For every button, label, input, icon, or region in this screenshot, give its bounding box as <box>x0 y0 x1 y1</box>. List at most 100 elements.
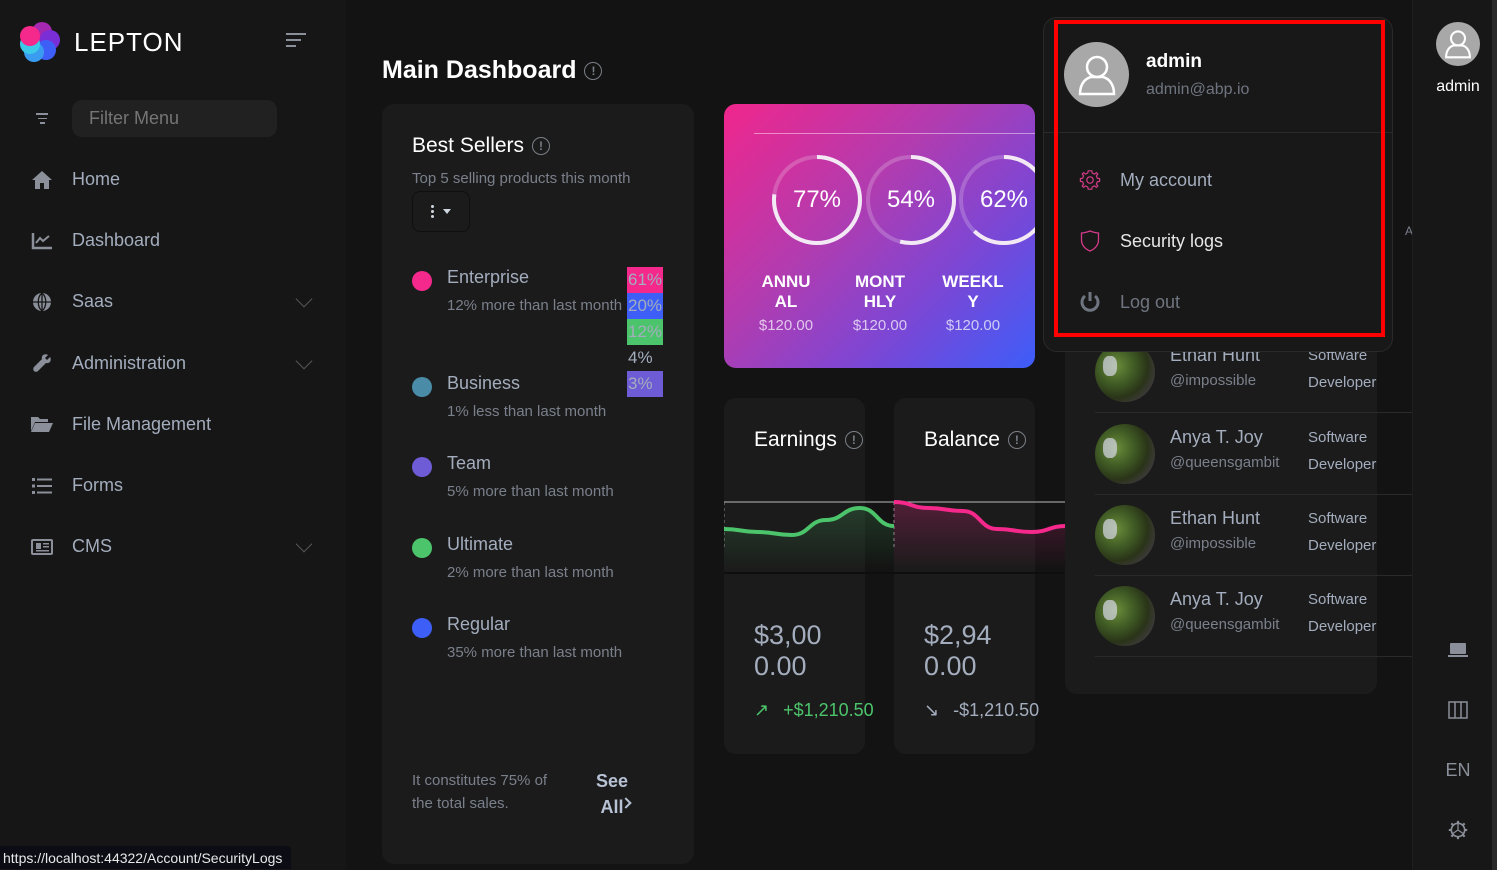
gear-icon <box>1079 169 1101 191</box>
sidebar: LEPTON Home Dashboard Saas Administratio… <box>0 0 346 870</box>
brand-name: LEPTON <box>74 26 184 57</box>
chevron-down-icon <box>295 290 313 308</box>
menu-item-my-account[interactable]: My account <box>1079 169 1212 191</box>
filter-icon <box>32 110 52 127</box>
list-item[interactable]: Anya T. Joy @queensgambit Software Devel… <box>1095 576 1413 657</box>
info-icon[interactable]: ! <box>1007 431 1026 449</box>
user-icon <box>1445 30 1471 59</box>
sidebar-item-label: Home <box>72 169 121 190</box>
progress-ring-monthly: 54% <box>865 154 957 246</box>
sidebar-item-label: File Management <box>72 413 212 434</box>
percentage-segment: 12% <box>627 319 663 345</box>
balance-change: ↘ -$1,210.50 <box>924 700 1039 721</box>
menu-item-log-out[interactable]: Log out <box>1079 291 1180 313</box>
period-label: WEEKLY <box>942 272 1004 311</box>
options-dropdown-button[interactable] <box>412 191 470 232</box>
avatar <box>1095 586 1155 646</box>
best-sellers-title: Best Sellers! <box>412 134 551 158</box>
divider <box>1044 132 1392 133</box>
balance-amount: $2,940.00 <box>924 620 992 681</box>
member-name: Anya T. Joy <box>1170 427 1263 447</box>
seller-name: Team <box>447 453 492 473</box>
earnings-amount: $3,000.00 <box>754 620 822 681</box>
see-all-link[interactable]: See All <box>590 768 634 820</box>
page-scrollbar[interactable] <box>1492 0 1497 870</box>
ring-value: 77% <box>792 186 842 213</box>
menu-item-label: My account <box>1120 169 1213 190</box>
wrench-icon <box>30 351 54 375</box>
member-role: Software Developer <box>1308 429 1377 473</box>
see-all-label: See All <box>595 771 629 817</box>
language-selector[interactable]: EN <box>1413 760 1497 781</box>
legend-dot <box>412 538 432 558</box>
seller-delta: 5% more than last month <box>447 483 614 500</box>
logo[interactable]: LEPTON <box>20 22 184 62</box>
sidebar-item-label: Dashboard <box>72 230 161 251</box>
member-role: Software Developer <box>1308 510 1377 554</box>
percentage-segment: 4% <box>628 348 653 367</box>
sidebar-item-dashboard[interactable]: Dashboard <box>0 210 346 271</box>
sparkline-charts <box>724 500 1066 574</box>
info-icon[interactable]: ! <box>532 137 551 155</box>
columns-layout-icon[interactable] <box>1413 701 1497 719</box>
legend-dot <box>412 618 432 638</box>
laptop-icon[interactable] <box>1413 642 1497 658</box>
best-sellers-footer: It constitutes 75% of the total sales. <box>412 772 548 812</box>
member-handle: @impossible <box>1170 372 1257 389</box>
list-item[interactable]: Ethan Hunt @impossible Software Develope… <box>1095 495 1413 576</box>
user-menu-toggle[interactable] <box>1436 22 1480 66</box>
chevron-down-icon <box>295 352 313 370</box>
subscription-stats-card: 77% 54% 62% ANNUAL MONTHLY WEEKLY $120.0… <box>724 104 1035 368</box>
sidebar-item-administration[interactable]: Administration <box>0 333 346 394</box>
sidebar-item-home[interactable]: Home <box>0 149 346 210</box>
toolbar-username[interactable]: admin <box>1413 78 1497 96</box>
seller-delta: 12% more than last month <box>447 297 623 314</box>
period-label: ANNUAL <box>761 272 811 311</box>
page-title-text: Main Dashboard <box>382 56 577 84</box>
balance-title-text: Balance <box>924 428 1000 451</box>
collapse-menu-icon[interactable] <box>286 33 306 51</box>
seller-delta: 2% more than last month <box>447 564 614 581</box>
legend-dot <box>412 377 432 397</box>
page-title: Main Dashboard ! <box>382 56 603 85</box>
settings-gear-icon[interactable] <box>1413 820 1497 840</box>
shield-icon <box>1079 230 1101 252</box>
sidebar-item-forms[interactable]: Forms <box>0 455 346 516</box>
sidebar-item-file-management[interactable]: File Management <box>0 394 346 455</box>
user-icon <box>1078 55 1115 95</box>
sidebar-item-label: Saas <box>72 291 114 312</box>
seller-delta: 1% less than last month <box>447 403 607 420</box>
info-icon[interactable]: ! <box>844 431 863 449</box>
seller-delta: 35% more than last month <box>447 644 623 661</box>
legend-dot <box>412 457 432 477</box>
info-icon[interactable]: ! <box>584 61 603 80</box>
period-amount: $120.00 <box>758 317 814 334</box>
best-sellers-subtitle: Top 5 selling products this month <box>412 170 631 187</box>
member-handle: @queensgambit <box>1170 616 1280 633</box>
kebab-icon <box>431 205 434 218</box>
balance-sparkline-area <box>894 502 1066 570</box>
avatar <box>1095 505 1155 565</box>
chart-line-icon <box>30 229 54 253</box>
percentage-segment: 3% <box>627 371 663 397</box>
globe-icon <box>30 290 54 314</box>
home-icon <box>30 168 54 192</box>
arrow-up-right-icon: ↗ <box>754 700 770 720</box>
earnings-change-value: +$1,210.50 <box>783 700 874 720</box>
legend-dot <box>412 271 432 291</box>
lepton-logo-icon <box>20 22 60 62</box>
filter-menu-input[interactable] <box>72 100 277 137</box>
earnings-sparkline-area <box>724 508 894 570</box>
caret-down-icon <box>443 209 451 214</box>
newspaper-icon <box>30 535 54 559</box>
sidebar-item-saas[interactable]: Saas <box>0 271 346 332</box>
sidebar-item-label: Forms <box>72 475 123 496</box>
sidebar-item-cms[interactable]: CMS <box>0 516 346 577</box>
user-email: admin@abp.io <box>1146 81 1250 98</box>
earnings-title: Earnings! <box>754 428 863 452</box>
menu-item-security-logs[interactable]: Security logs <box>1079 230 1223 252</box>
seller-name: Regular <box>447 614 511 634</box>
list-item[interactable]: Anya T. Joy @queensgambit Software Devel… <box>1095 414 1413 495</box>
percentage-segment: 61% <box>627 267 663 293</box>
member-handle: @impossible <box>1170 535 1257 552</box>
